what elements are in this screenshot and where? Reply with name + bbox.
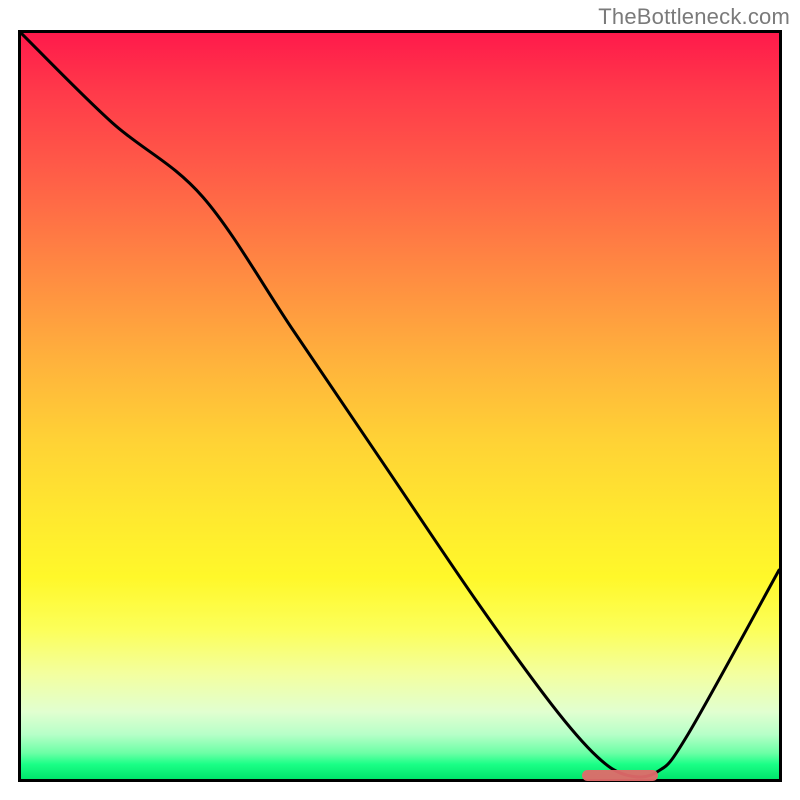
watermark-text: TheBottleneck.com [598, 4, 790, 30]
optimum-range-marker [582, 770, 658, 781]
bottleneck-curve [21, 33, 779, 779]
plot-frame [18, 30, 782, 782]
chart-canvas: TheBottleneck.com [0, 0, 800, 800]
